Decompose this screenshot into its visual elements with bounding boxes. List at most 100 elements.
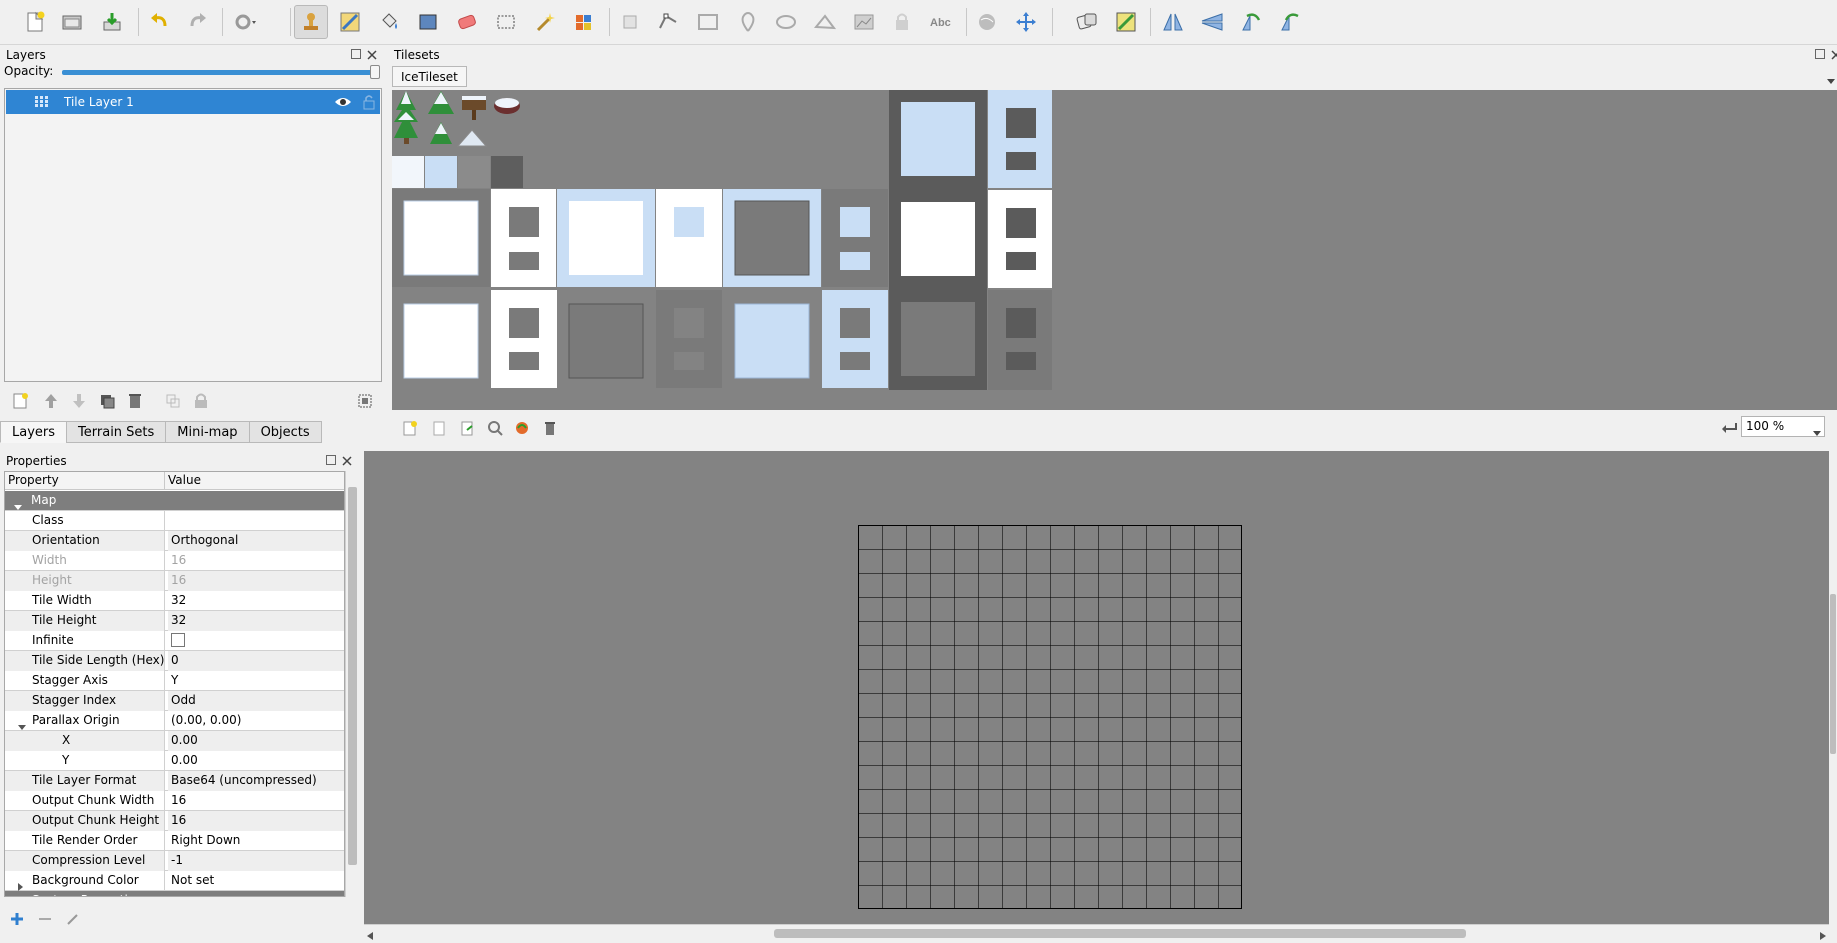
properties-scrollbar[interactable]	[345, 471, 359, 897]
select-objects-icon[interactable]	[613, 5, 647, 39]
property-value[interactable]	[168, 631, 344, 651]
rect-select-icon[interactable]	[489, 5, 523, 39]
float-icon[interactable]	[1815, 49, 1825, 59]
move-icon[interactable]	[1009, 5, 1043, 39]
property-value[interactable]: 16	[168, 791, 344, 811]
rotate-left-icon[interactable]	[1234, 5, 1268, 39]
close-icon[interactable]	[342, 455, 352, 466]
property-row[interactable]: Tile Width 32	[5, 591, 344, 611]
property-column-header[interactable]: Property	[5, 472, 165, 490]
rotate-right-icon[interactable]	[1273, 5, 1307, 39]
property-row[interactable]: Tile Layer Format Base64 (uncompressed)	[5, 771, 344, 791]
property-value[interactable]: Base64 (uncompressed)	[168, 771, 344, 791]
map-vscroll-thumb[interactable]	[1830, 594, 1836, 754]
property-row[interactable]: Orientation Orthogonal	[5, 531, 344, 551]
stamp-brush-icon[interactable]	[294, 5, 328, 39]
layer-row-tile-layer-1[interactable]: Tile Layer 1	[6, 90, 380, 114]
world-tool-icon[interactable]	[970, 5, 1004, 39]
property-row[interactable]: Parallax Origin (0.00, 0.00)	[5, 711, 344, 731]
tileset-view[interactable]	[392, 90, 1837, 410]
property-value[interactable]: 0	[168, 651, 344, 671]
property-value[interactable]: Y	[168, 671, 344, 691]
property-value[interactable]: 16	[168, 551, 344, 571]
duplicate-layer-icon[interactable]	[98, 392, 116, 413]
commands-icon[interactable]	[228, 5, 262, 39]
export-tileset-icon[interactable]	[459, 420, 475, 439]
insert-template-icon[interactable]	[885, 5, 919, 39]
replace-tileset-icon[interactable]	[514, 420, 530, 439]
opacity-slider-handle[interactable]	[370, 65, 380, 79]
property-value[interactable]	[168, 891, 344, 896]
property-row[interactable]: Stagger Index Odd	[5, 691, 344, 711]
property-row[interactable]: Tile Side Length (Hex) 0	[5, 651, 344, 671]
tileset-menu-icon[interactable]	[1827, 74, 1835, 88]
new-layer-icon[interactable]	[12, 392, 30, 413]
chevron-down-icon[interactable]	[1813, 424, 1821, 443]
property-value[interactable]	[168, 511, 344, 531]
insert-polygon-icon[interactable]	[808, 5, 842, 39]
property-row[interactable]: X 0.00	[5, 731, 344, 751]
tab-objects[interactable]: Objects	[248, 421, 322, 443]
property-row[interactable]: Map	[5, 491, 344, 511]
properties-scroll-thumb[interactable]	[348, 487, 357, 865]
map-hscroll-thumb[interactable]	[774, 929, 1466, 938]
edit-tileset-icon[interactable]	[487, 420, 503, 439]
property-row[interactable]: Tile Render Order Right Down	[5, 831, 344, 851]
undo-icon[interactable]	[142, 5, 176, 39]
new-tileset-icon[interactable]	[402, 420, 418, 439]
tab-mini-map[interactable]: Mini-map	[165, 421, 250, 443]
save-icon[interactable]	[95, 5, 129, 39]
raise-layer-icon[interactable]	[42, 392, 60, 413]
close-icon[interactable]	[1831, 49, 1837, 60]
rename-property-icon[interactable]	[66, 912, 80, 929]
lock-icon[interactable]	[362, 94, 376, 113]
property-value[interactable]: 16	[168, 811, 344, 831]
property-row[interactable]: Custom Properties	[5, 891, 344, 896]
property-row[interactable]: Compression Level -1	[5, 851, 344, 871]
toggle-other-layers-icon[interactable]	[164, 392, 182, 413]
insert-ellipse-icon[interactable]	[769, 5, 803, 39]
property-value[interactable]: (0.00, 0.00)	[168, 711, 344, 731]
opacity-slider[interactable]	[62, 65, 380, 79]
property-value[interactable]	[168, 491, 344, 511]
add-property-icon[interactable]	[10, 912, 24, 929]
property-value[interactable]: 32	[168, 611, 344, 631]
map-grid[interactable]	[858, 525, 1242, 909]
property-row[interactable]: Background Color Not set	[5, 871, 344, 891]
open-icon[interactable]	[55, 5, 89, 39]
property-value[interactable]: Orthogonal	[168, 531, 344, 551]
property-row[interactable]: Output Chunk Width 16	[5, 791, 344, 811]
float-icon[interactable]	[351, 49, 361, 59]
dynamic-wrapping-icon[interactable]	[1720, 420, 1738, 439]
float-icon[interactable]	[326, 455, 336, 465]
terrain-brush-icon[interactable]	[333, 5, 367, 39]
zoom-select[interactable]: 100 %	[1741, 416, 1825, 437]
flip-horizontal-icon[interactable]	[1156, 5, 1190, 39]
map-horizontal-scrollbar[interactable]	[364, 924, 1829, 941]
insert-rectangle-icon[interactable]	[691, 5, 725, 39]
flip-vertical-icon[interactable]	[1195, 5, 1229, 39]
insert-tile-icon[interactable]	[847, 5, 881, 39]
close-icon[interactable]	[367, 49, 377, 60]
property-row[interactable]: Width 16	[5, 551, 344, 571]
scroll-left-icon[interactable]	[367, 929, 373, 943]
remove-property-icon[interactable]	[38, 912, 52, 929]
property-value[interactable]: 16	[168, 571, 344, 591]
magic-wand-icon[interactable]	[528, 5, 562, 39]
property-value[interactable]: Odd	[168, 691, 344, 711]
tileset-tab-icetileset[interactable]: IceTileset	[392, 66, 467, 87]
tab-layers[interactable]: Layers	[0, 421, 68, 443]
wang-fill-icon[interactable]	[1109, 5, 1143, 39]
property-row[interactable]: Height 16	[5, 571, 344, 591]
map-vertical-scrollbar[interactable]	[1829, 451, 1837, 924]
property-row[interactable]: Infinite	[5, 631, 344, 651]
infinite-checkbox[interactable]	[171, 633, 185, 647]
property-row[interactable]: Output Chunk Height 16	[5, 811, 344, 831]
bucket-fill-icon[interactable]	[372, 5, 406, 39]
lock-other-layers-icon[interactable]	[192, 392, 210, 413]
delete-layer-icon[interactable]	[126, 392, 144, 413]
eraser-icon[interactable]	[450, 5, 484, 39]
property-row[interactable]: Y 0.00	[5, 751, 344, 771]
random-mode-icon[interactable]	[1070, 5, 1104, 39]
property-row[interactable]: Stagger Axis Y	[5, 671, 344, 691]
